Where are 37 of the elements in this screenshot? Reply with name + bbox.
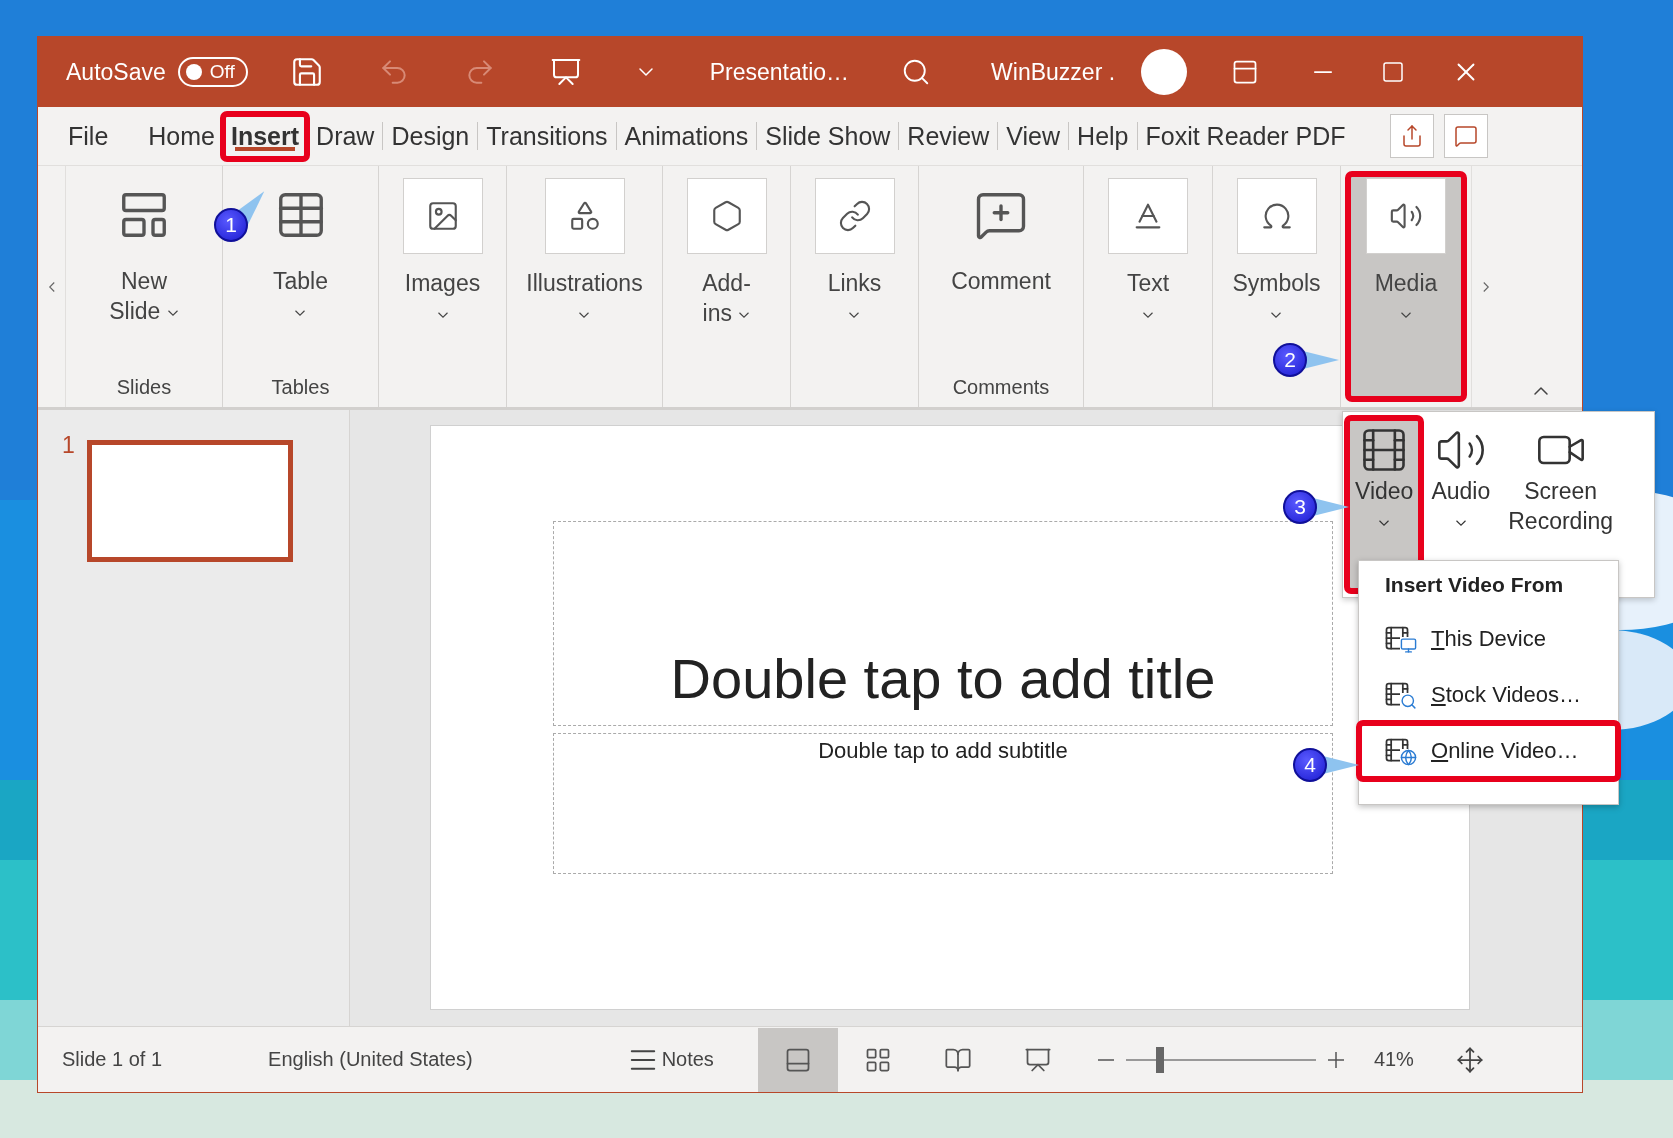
menu-tab[interactable]: File <box>60 113 117 159</box>
links-button[interactable]: Links <box>798 174 911 399</box>
document-title: Presentatio… <box>709 58 850 86</box>
add-ins-button[interactable]: Add- ins <box>670 174 783 399</box>
menu-tab[interactable]: Foxit Reader PDF <box>1137 113 1354 159</box>
new-slide-button[interactable]: New Slide <box>99 174 189 330</box>
title-placeholder[interactable]: Double tap to add title <box>553 521 1333 726</box>
menu-tab[interactable]: Animations <box>616 113 757 159</box>
group-label: Slides <box>116 376 172 400</box>
menu-tab[interactable]: Help <box>1069 113 1137 159</box>
slide-position: Slide 1 of 1 <box>62 1048 163 1071</box>
zoom-level[interactable]: 41% <box>1373 1048 1414 1071</box>
text-button[interactable]: Text <box>1091 174 1205 399</box>
autosave-toggle[interactable]: Off <box>177 57 248 87</box>
group-label: Comments <box>952 376 1050 400</box>
table-button[interactable]: Table <box>255 174 346 330</box>
menu-tab[interactable]: View <box>998 113 1069 159</box>
language[interactable]: English (United States) <box>268 1048 473 1071</box>
media-button[interactable]: Media <box>1348 174 1464 399</box>
menu-tab[interactable]: Draw <box>308 113 383 159</box>
notes-button[interactable]: Notes <box>627 1044 714 1075</box>
menu-tab[interactable]: Insert <box>223 113 308 159</box>
menu-tab[interactable]: Home <box>140 113 223 159</box>
slide-number: 1 <box>62 432 75 459</box>
menu-item[interactable]: Stock Videos… <box>1359 667 1618 723</box>
autosave-label: AutoSave <box>66 58 166 86</box>
user-name: WinBuzzer . <box>991 58 1116 86</box>
menu-item[interactable]: Online Video… <box>1359 723 1618 779</box>
illustrations-button[interactable]: Illustrations <box>514 174 655 399</box>
group-label: Tables <box>271 376 330 400</box>
images-button[interactable]: Images <box>386 174 499 399</box>
menu-tab[interactable]: Slide Show <box>757 113 899 159</box>
menu-tab[interactable]: Design <box>383 113 478 159</box>
comment-button[interactable]: Comment <box>945 174 1057 300</box>
menu-item[interactable]: This Device <box>1359 611 1618 667</box>
menu-tab[interactable]: Transitions <box>478 113 616 159</box>
menu-tab[interactable]: Review <box>899 113 998 159</box>
